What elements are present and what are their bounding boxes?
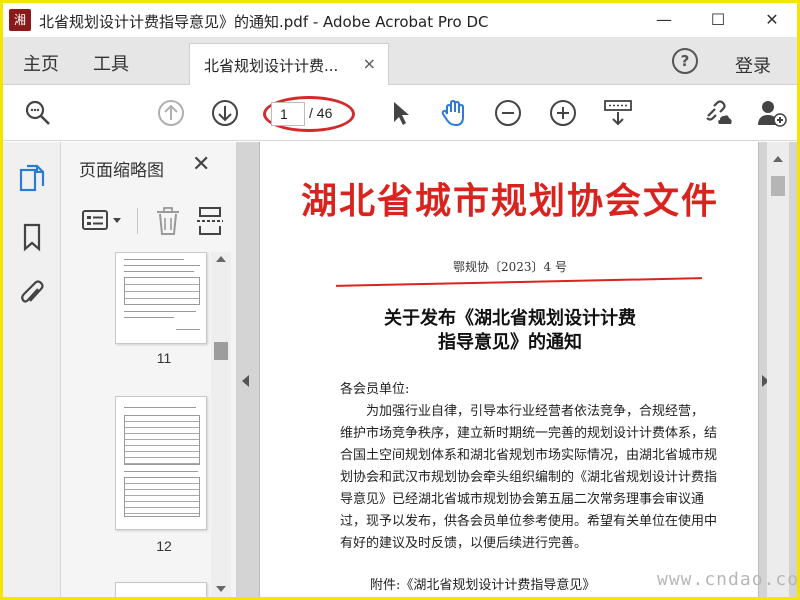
collapse-left-panel-arrow[interactable] [242, 375, 249, 387]
page-total: / 46 [309, 105, 333, 121]
document-tab-label: 北省规划设计计费... [204, 57, 339, 75]
tab-bar: 主页 工具 北省规划设计计费... × ? 登录 [3, 37, 797, 85]
scroll-up-arrow[interactable] [216, 256, 226, 262]
document-header: 湖北省城市规划协会文件 [300, 180, 719, 222]
red-divider [336, 277, 702, 287]
thumbnail-scrollbar[interactable] [211, 252, 231, 597]
document-viewer[interactable]: 湖北省城市规划协会文件 鄂规协〔2023〕4 号 关于发布《湖北省规划设计计费 … [237, 142, 797, 597]
page-down-icon[interactable] [210, 98, 240, 128]
thumbnail-page-11[interactable] [115, 252, 207, 344]
salutation: 各会员单位: [340, 382, 410, 397]
minimize-button[interactable]: — [641, 7, 687, 33]
thumbnail-tools [61, 202, 237, 240]
thumbnail-label: 11 [156, 350, 172, 366]
panel-close-button[interactable]: ✕ [192, 152, 210, 177]
thumbnail-list[interactable]: 11 12 [61, 252, 211, 597]
toolbar: 1 / 46 [3, 86, 797, 141]
page-up-icon[interactable] [156, 98, 186, 128]
body-line: 过，现予以发布，供各会员单位参考使用。希望有关单位在使用中 [340, 514, 718, 529]
zoom-out-icon[interactable] [493, 98, 523, 128]
search-icon[interactable] [23, 98, 53, 128]
extract-pages-icon[interactable] [197, 206, 223, 236]
maximize-button[interactable]: ☐ [695, 7, 741, 33]
pdf-page: 湖北省城市规划协会文件 鄂规协〔2023〕4 号 关于发布《湖北省规划设计计费 … [259, 142, 759, 597]
body-line: 为加强行业自律，引导本行业经营者依法竞争，合规经营， [366, 404, 705, 419]
bookmark-icon[interactable] [18, 222, 46, 252]
zoom-in-icon[interactable] [548, 98, 578, 128]
site-watermark: www.cndao.com [657, 569, 797, 590]
document-title-line1: 关于发布《湖北省规划设计计费 [384, 308, 636, 329]
tab-home[interactable]: 主页 [23, 50, 59, 76]
login-button[interactable]: 登录 [735, 52, 771, 78]
scroll-down-arrow[interactable] [216, 586, 226, 592]
hand-tool-icon[interactable] [439, 98, 469, 128]
body-line: 导意见》已经湖北省城市规划协会第五届二次常务理事会审议通 [340, 492, 705, 507]
panel-title: 页面缩略图 [79, 161, 164, 181]
document-tab-close-button[interactable]: × [363, 54, 376, 73]
app-logo: 湘 [9, 9, 31, 31]
select-arrow-icon[interactable] [385, 98, 415, 128]
document-number: 鄂规协〔2023〕4 号 [453, 260, 567, 274]
thumbnail-scroll-thumb[interactable] [214, 342, 228, 360]
body-line: 维护市场竞争秩序，建立新时期统一完善的规划设计计费体系，结 [340, 426, 718, 441]
delete-icon[interactable] [155, 206, 181, 236]
acrobat-window: 湘 北省规划设计计费指导意见》的通知.pdf - Adobe Acrobat P… [3, 3, 797, 597]
body-line: 合国土空间规划体系和湖北省规划市场实际情况，由湖北省城市规 [340, 448, 718, 463]
document-tab[interactable]: 北省规划设计计费... × [189, 43, 389, 85]
document-scroll-thumb[interactable] [771, 176, 785, 196]
toolbar-divider [137, 208, 138, 234]
document-scrollbar[interactable] [767, 142, 789, 597]
page-thumbnails-icon[interactable] [18, 164, 46, 194]
thumbnail-page-13[interactable] [115, 582, 207, 597]
close-window-button[interactable]: ✕ [749, 7, 795, 33]
thumbnails-panel: 页面缩略图 ✕ 11 12 [61, 142, 237, 597]
tab-tools[interactable]: 工具 [93, 50, 129, 76]
thumbnail-label: 12 [156, 538, 172, 554]
keyboard-scroll-icon[interactable] [603, 98, 633, 128]
window-title: 北省规划设计计费指导意见》的通知.pdf - Adobe Acrobat Pro… [39, 13, 489, 31]
title-bar: 湘 北省规划设计计费指导意见》的通知.pdf - Adobe Acrobat P… [3, 3, 797, 37]
thumbnail-options-icon[interactable] [81, 208, 125, 234]
current-page-input[interactable]: 1 [271, 102, 305, 126]
thumbnail-page-12[interactable] [115, 396, 207, 530]
help-icon[interactable]: ? [672, 48, 698, 74]
left-rail [3, 142, 61, 597]
attachment-icon[interactable] [18, 279, 46, 309]
add-user-icon[interactable] [757, 98, 787, 128]
share-link-icon[interactable] [703, 98, 733, 128]
body-line: 划协会和武汉市规划协会牵头组织编制的《湖北省规划设计计费指 [340, 470, 718, 485]
attachment-line: 附件:《湖北省规划设计计费指导意见》 [370, 578, 596, 593]
body-line: 有好的建议及时反馈，以便后续进行完善。 [340, 536, 588, 551]
scroll-up-arrow[interactable] [773, 156, 783, 162]
document-title-line2: 指导意见》的通知 [438, 332, 582, 353]
